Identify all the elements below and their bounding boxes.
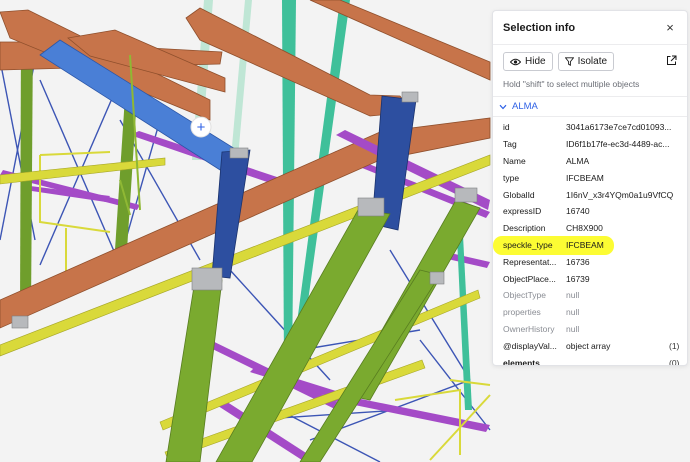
property-value: CH8X900 [566, 223, 603, 234]
property-value: null [566, 323, 580, 334]
property-value: 16740 [566, 206, 590, 217]
eye-icon [510, 58, 521, 65]
property-value: object array [566, 340, 611, 351]
property-key: OwnerHistory [503, 323, 555, 334]
property-key: properties [503, 307, 541, 318]
property-row-ownerhistory: OwnerHistory null [493, 321, 687, 338]
property-key: ObjectType [503, 290, 546, 301]
property-key: GlobalId [503, 189, 535, 200]
property-row-description: Description CH8X900 [493, 220, 687, 237]
property-key: speckle_type [503, 239, 553, 250]
isolate-button[interactable]: Isolate [557, 52, 615, 71]
property-row-globalid: GlobalId 1I6nV_x3r4YQm0a1u9VfCQ [493, 186, 687, 203]
property-key: @displayVal... [503, 340, 557, 351]
multi-select-hint: Hold "shift" to select multiple objects [493, 71, 687, 97]
close-icon[interactable]: × [663, 20, 677, 35]
property-value: 3041a6173e7ce7cd01093... [566, 122, 672, 133]
filter-icon [564, 57, 574, 66]
property-key: Name [503, 155, 526, 166]
property-value: IFCBEAM [566, 239, 604, 250]
property-value: 16736 [566, 256, 590, 267]
panel-header: Selection info × [493, 11, 687, 45]
property-key: ObjectPlace... [503, 273, 556, 284]
property-key: Representat... [503, 256, 557, 267]
property-count: (0) [669, 357, 680, 366]
property-key: Description [503, 223, 546, 234]
panel-title: Selection info [503, 21, 576, 34]
property-row-id: id 3041a6173e7ce7cd01093... [493, 119, 687, 136]
chevron-down-icon [499, 104, 507, 109]
property-value: null [566, 307, 580, 318]
property-list: id 3041a6173e7ce7cd01093... Tag ID6f1b17… [493, 117, 687, 366]
property-row-speckle-type: speckle_type IFCBEAM [493, 235, 687, 255]
property-count: (1) [669, 340, 680, 351]
property-row-representation: Representat... 16736 [493, 253, 687, 270]
property-value: ALMA [566, 155, 590, 166]
property-row-objecttype: ObjectType null [493, 287, 687, 304]
property-key: expressID [503, 206, 542, 217]
property-row-displayvalue[interactable]: @displayVal... object array (1) [493, 337, 687, 354]
property-key: type [503, 172, 520, 183]
property-key: id [503, 122, 510, 133]
property-value: 16739 [566, 273, 590, 284]
group-toggle-alma[interactable]: ALMA [493, 97, 687, 117]
external-link-icon[interactable] [666, 53, 677, 71]
property-key: elements [503, 357, 540, 366]
property-value: null [566, 290, 580, 301]
property-value: IFCBEAM [566, 172, 604, 183]
property-row-expressid: expressID 16740 [493, 203, 687, 220]
viewport-cursor-glyph: + [197, 119, 206, 136]
isolate-button-label: Isolate [577, 56, 608, 67]
hide-button[interactable]: Hide [503, 52, 553, 71]
property-value: ID6f1b17fe-ec3d-4489-ac... [566, 139, 670, 150]
property-row-elements[interactable]: elements (0) [493, 354, 687, 366]
selection-info-panel: Selection info × Hide Isolate Hold "shif… [492, 10, 688, 366]
property-row-tag: Tag ID6f1b17fe-ec3d-4489-ac... [493, 136, 687, 153]
panel-actions: Hide Isolate [493, 45, 687, 71]
property-row-objectplacement: ObjectPlace... 16739 [493, 270, 687, 287]
hide-button-label: Hide [525, 56, 546, 67]
property-key: Tag [503, 139, 517, 150]
property-row-properties: properties null [493, 304, 687, 321]
group-label: ALMA [512, 101, 538, 112]
property-value: 1I6nV_x3r4YQm0a1u9VfCQ [566, 189, 674, 200]
property-row-name: Name ALMA [493, 153, 687, 170]
property-row-type: type IFCBEAM [493, 169, 687, 186]
